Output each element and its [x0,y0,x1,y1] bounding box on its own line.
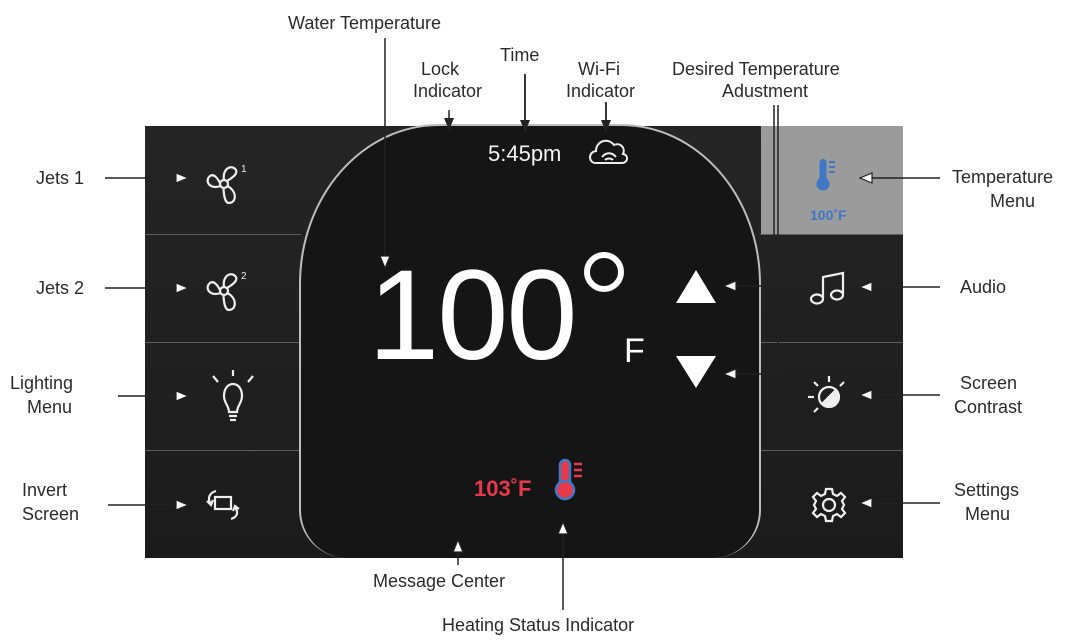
fan-2-icon[interactable]: 2 [206,271,247,312]
label-lighting-line2: Menu [27,397,73,417]
gear-icon[interactable] [811,487,847,523]
music-note-icon[interactable] [809,271,845,305]
diagram-overlay: 1 2 [105,38,940,610]
fan-1-icon[interactable]: 1 [206,164,247,205]
label-lock-indicator-line2: Indicator [413,81,483,101]
label-audio: Audio [960,277,1007,297]
desired-temp-bracket [773,105,779,374]
bulb-icon[interactable] [212,370,254,422]
label-lock-indicator-line1: Lock [421,59,460,79]
label-heating-status: Heating Status Indicator [442,615,635,635]
contrast-icon[interactable] [808,376,845,413]
label-wifi-line1: Wi-Fi [578,59,620,79]
label-contrast-line1: Screen [960,373,1018,393]
up-arrow-icon[interactable] [676,270,716,303]
label-desired-temp-line2: Adustment [722,81,809,101]
thermometer-hot-icon [554,458,582,501]
label-jets2: Jets 2 [36,278,85,298]
label-wifi-line2: Indicator [566,81,636,101]
label-water-temperature: Water Temperature [288,13,442,33]
label-invert-line2: Screen [22,504,80,524]
svg-text:1: 1 [241,164,247,175]
down-arrow-icon[interactable] [676,356,716,388]
label-invert-line1: Invert [22,480,68,500]
label-desired-temp-line1: Desired Temperature [672,59,840,79]
svg-text:2: 2 [241,271,247,282]
label-temp-menu-line1: Temperature [952,167,1054,187]
label-settings-line1: Settings [954,480,1020,500]
label-temp-menu-line2: Menu [990,191,1036,211]
label-lighting-line1: Lighting [10,373,74,393]
label-settings-line2: Menu [965,504,1011,524]
label-contrast-line2: Contrast [954,397,1023,417]
wifi-cloud-icon [589,139,628,164]
label-message-center: Message Center [373,571,506,591]
rotate-screen-icon[interactable] [206,489,240,521]
thermometer-icon[interactable] [816,159,836,191]
label-time: Time [500,45,540,65]
label-jets1: Jets 1 [36,168,85,188]
